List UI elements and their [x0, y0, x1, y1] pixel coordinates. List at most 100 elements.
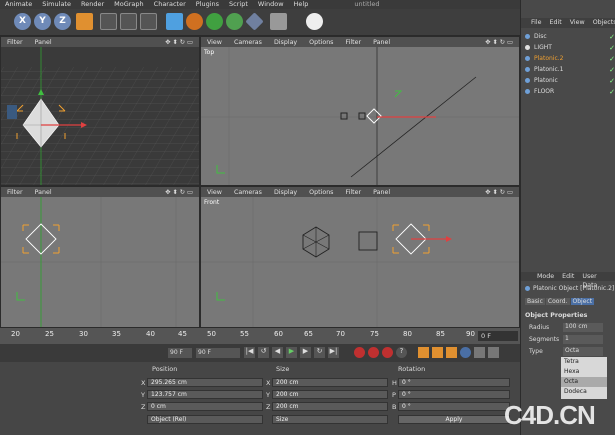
pos-x-field[interactable]: 295.265 cm [147, 378, 263, 387]
am-menu-mode[interactable]: Mode [521, 272, 558, 281]
size-x-field[interactable]: 200 cm [272, 378, 388, 387]
vp-menu-options[interactable]: Options [303, 39, 339, 46]
om-menu-file[interactable]: File [521, 18, 546, 28]
vp-menu-filter[interactable]: Filter [1, 189, 29, 196]
vp-menu-view[interactable]: View [201, 39, 228, 46]
axis-y-icon[interactable]: Y [34, 13, 51, 30]
scale-key-icon[interactable] [432, 347, 443, 358]
vp-menu-display[interactable]: Display [268, 189, 303, 196]
om-object-light[interactable]: LIGHT ✓ [525, 42, 615, 53]
menu-plugins[interactable]: Plugins [191, 0, 224, 9]
pla-key-icon[interactable] [474, 347, 485, 358]
render-view-icon[interactable] [100, 13, 117, 30]
radius-field[interactable]: 100 cm [563, 323, 603, 332]
next-frame-icon[interactable]: ▶ [300, 347, 311, 358]
menu-simulate[interactable]: Simulate [37, 0, 76, 9]
vp-menu-filter[interactable]: Filter [339, 189, 367, 196]
rot-b-field[interactable]: 0 ° [398, 402, 510, 411]
vp-menu-panel[interactable]: Panel [29, 189, 58, 196]
om-menu-edit[interactable]: Edit [546, 18, 566, 28]
segments-field[interactable]: 1 [563, 335, 603, 344]
move-key-icon[interactable] [418, 347, 429, 358]
timeline-ruler[interactable]: 20 25 30 35 40 45 50 55 60 65 70 75 80 8… [0, 328, 520, 344]
vp-menu-cameras[interactable]: Cameras [228, 39, 268, 46]
check-icon[interactable]: ✓ [609, 77, 615, 85]
render-picture-viewer-icon[interactable] [120, 13, 137, 30]
menu-help[interactable]: Help [289, 0, 314, 9]
menu-render[interactable]: Render [76, 0, 109, 9]
check-icon[interactable]: ✓ [609, 44, 615, 52]
rot-h-field[interactable]: 0 ° [398, 378, 510, 387]
vp-menu-display[interactable]: Display [268, 39, 303, 46]
om-object-disc[interactable]: Disc ✓ [525, 31, 615, 42]
option-octa[interactable]: Octa [561, 377, 607, 387]
apply-button[interactable]: Apply [398, 415, 510, 424]
size-mode-select[interactable]: Size [272, 415, 388, 424]
viewport-nav-icons[interactable]: ✥ ⬍ ↻ ▭ [479, 189, 519, 196]
prev-frame-icon[interactable]: ◀ [272, 347, 283, 358]
viewport-front[interactable]: View Cameras Display Options Filter Pane… [200, 186, 520, 328]
om-object-platonic-2[interactable]: Platonic.2 ✓ [525, 53, 615, 64]
next-key-icon[interactable]: ↻ [314, 347, 325, 358]
end-frame-field[interactable]: 90 F [168, 348, 192, 358]
preview-max-field[interactable]: 90 F [196, 348, 240, 358]
timeline-menu-icon[interactable] [488, 347, 499, 358]
cube-icon[interactable] [166, 13, 183, 30]
viewport-top[interactable]: View Cameras Display Options Filter Pane… [200, 36, 520, 186]
vp-menu-panel[interactable]: Panel [367, 39, 396, 46]
menu-script[interactable]: Script [224, 0, 253, 9]
viewport-right[interactable]: Filter Panel ✥ ⬍ ↻ ▭ [0, 186, 200, 328]
deformer-icon[interactable] [226, 13, 243, 30]
option-tetra[interactable]: Tetra [561, 357, 607, 367]
vp-menu-panel[interactable]: Panel [29, 39, 58, 46]
help-icon[interactable]: ? [396, 347, 407, 358]
viewport-nav-icons[interactable]: ✥ ⬍ ↻ ▭ [479, 39, 519, 46]
menu-window[interactable]: Window [253, 0, 289, 9]
am-menu-edit[interactable]: Edit [558, 272, 578, 281]
option-hexa[interactable]: Hexa [561, 367, 607, 377]
check-icon[interactable]: ✓ [609, 88, 615, 96]
axis-x-icon[interactable]: X [14, 13, 31, 30]
size-y-field[interactable]: 200 cm [272, 390, 388, 399]
tab-coord[interactable]: Coord. [545, 298, 570, 305]
check-icon[interactable]: ✓ [609, 55, 615, 63]
tab-basic[interactable]: Basic [525, 298, 545, 305]
check-icon[interactable]: ✓ [609, 33, 615, 41]
array-icon[interactable] [206, 13, 223, 30]
render-settings-icon[interactable] [140, 13, 157, 30]
menu-mograph[interactable]: MoGraph [109, 0, 149, 9]
om-menu-objects[interactable]: Objects [589, 18, 615, 28]
light-icon[interactable] [306, 13, 323, 30]
coordinate-mode-select[interactable]: Object (Rel) [147, 415, 263, 424]
goto-end-icon[interactable]: ▶| [328, 347, 339, 358]
coordinate-system-icon[interactable] [76, 13, 93, 30]
viewport-nav-icons[interactable]: ✥ ⬍ ↻ ▭ [159, 189, 199, 196]
autokey-icon[interactable] [368, 347, 379, 358]
play-icon[interactable]: ▶ [286, 347, 297, 358]
rot-p-field[interactable]: 0 ° [398, 390, 510, 399]
vp-menu-view[interactable]: View [201, 189, 228, 196]
current-frame[interactable]: 0 F [478, 331, 518, 341]
rotate-key-icon[interactable] [446, 347, 457, 358]
vp-menu-panel[interactable]: Panel [367, 189, 396, 196]
camera-icon[interactable] [270, 13, 287, 30]
om-object-platonic[interactable]: Platonic ✓ [525, 75, 615, 86]
scene-icon[interactable] [245, 12, 264, 31]
prev-key-icon[interactable]: ↺ [258, 347, 269, 358]
viewport-perspective[interactable]: Filter Panel ✥ ⬍ ↻ ▭ [0, 36, 200, 186]
om-menu-view[interactable]: View [566, 18, 589, 28]
tab-object[interactable]: Object [570, 298, 595, 305]
goto-start-icon[interactable]: |◀ [244, 347, 255, 358]
option-dodeca[interactable]: Dodeca [561, 387, 607, 397]
check-icon[interactable]: ✓ [609, 66, 615, 74]
size-z-field[interactable]: 200 cm [272, 402, 388, 411]
nurbs-icon[interactable] [186, 13, 203, 30]
viewport-nav-icons[interactable]: ✥ ⬍ ↻ ▭ [159, 39, 199, 46]
vp-menu-cameras[interactable]: Cameras [228, 189, 268, 196]
vp-menu-filter[interactable]: Filter [1, 39, 29, 46]
vp-menu-options[interactable]: Options [303, 189, 339, 196]
menu-animate[interactable]: Animate [0, 0, 37, 9]
axis-z-icon[interactable]: Z [54, 13, 71, 30]
param-key-icon[interactable] [460, 347, 471, 358]
am-menu-userdata[interactable]: User Data [578, 272, 615, 289]
